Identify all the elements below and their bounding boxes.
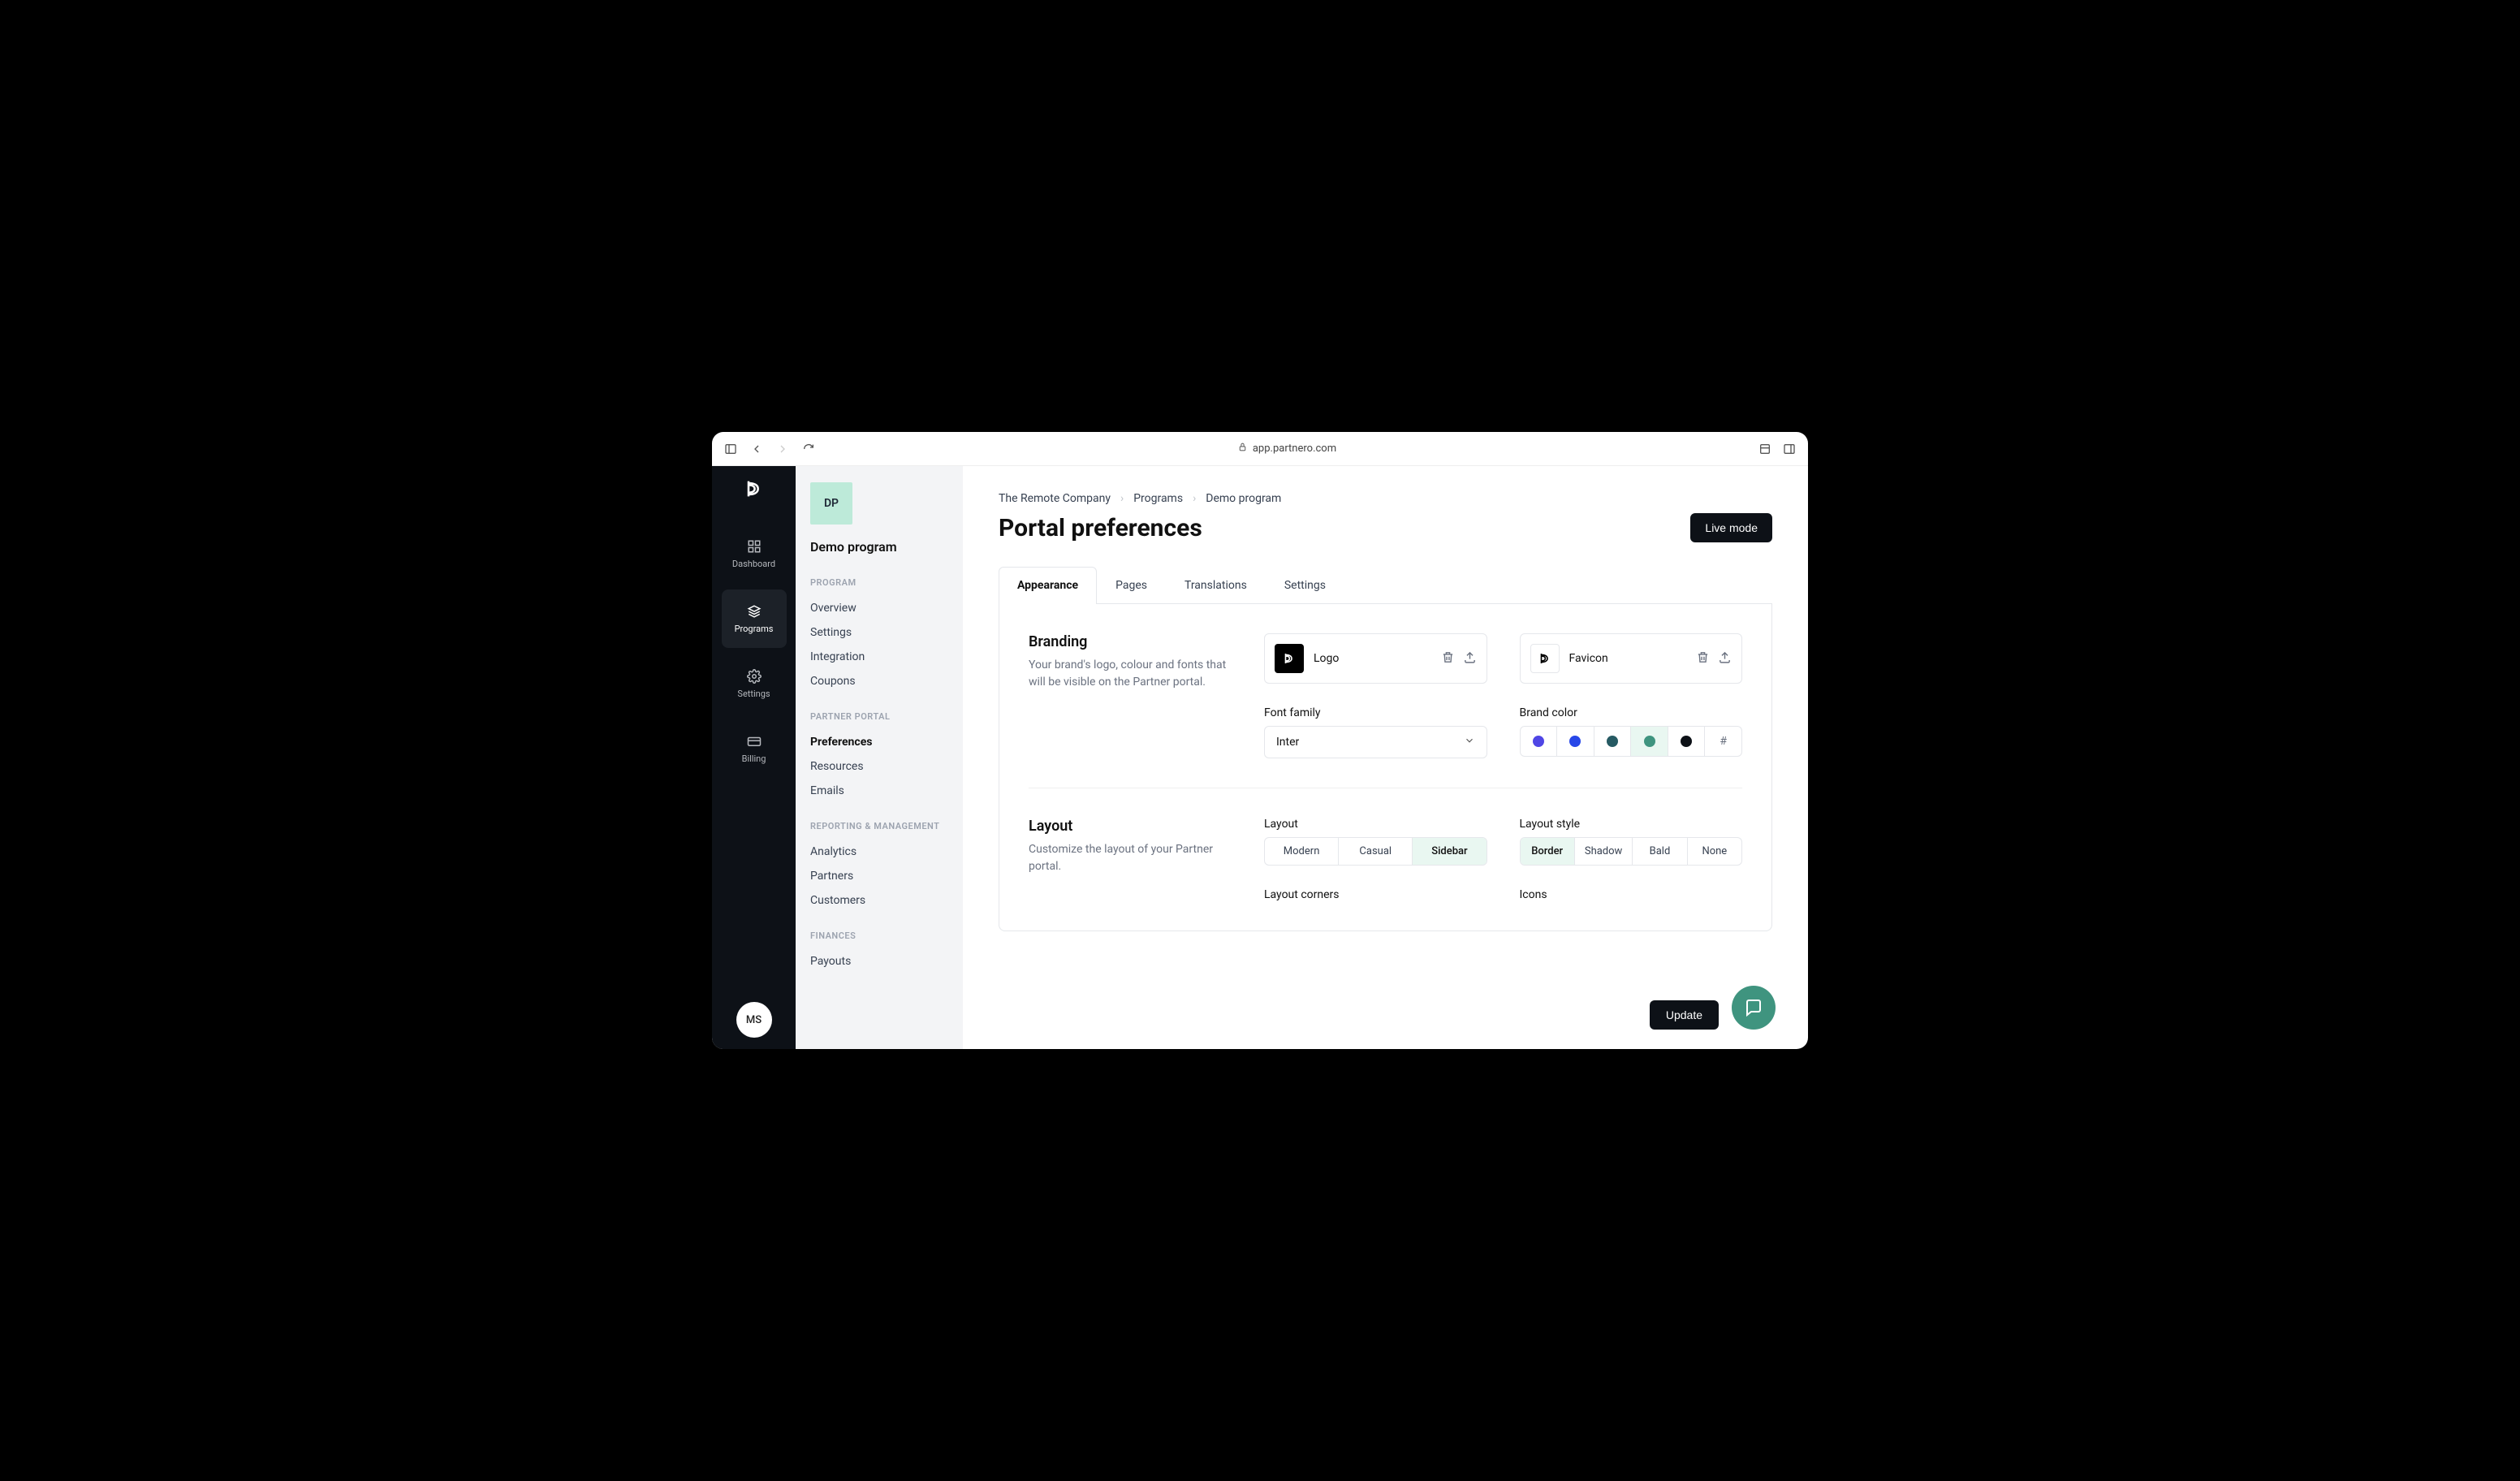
browser-window: app.partnero.com Dashboard Programs <box>712 432 1808 1049</box>
sidebar-section-label: FINANCES <box>810 930 948 941</box>
section-desc: Customize the layout of your Partner por… <box>1029 841 1232 875</box>
color-option[interactable] <box>1594 727 1632 756</box>
main-content: The Remote Company › Programs › Demo pro… <box>963 466 1808 1049</box>
seg-option-bald[interactable]: Bald <box>1633 838 1687 865</box>
user-avatar[interactable]: MS <box>736 1002 772 1038</box>
reload-icon[interactable] <box>801 442 816 456</box>
app-logo[interactable] <box>743 477 766 500</box>
layout-segmented: Modern Casual Sidebar <box>1264 837 1487 866</box>
browser-chrome: app.partnero.com <box>712 432 1808 466</box>
sidebar-item-resources[interactable]: Resources <box>810 754 948 779</box>
seg-option-shadow[interactable]: Shadow <box>1575 838 1633 865</box>
sidebar-item-customers[interactable]: Customers <box>810 888 948 913</box>
sidebar-item-analytics[interactable]: Analytics <box>810 840 948 864</box>
trash-icon[interactable] <box>1441 650 1455 667</box>
tab-translations[interactable]: Translations <box>1166 567 1266 603</box>
logo-preview <box>1275 644 1304 673</box>
sidebar-item-overview[interactable]: Overview <box>810 596 948 620</box>
tab-settings[interactable]: Settings <box>1266 567 1344 603</box>
layout-corners-label: Layout corners <box>1264 888 1487 901</box>
sidebar-toggle-icon[interactable] <box>723 442 738 456</box>
page-title: Portal preferences <box>999 514 1202 542</box>
live-mode-button[interactable]: Live mode <box>1690 513 1772 542</box>
custom-color-option[interactable]: # <box>1705 727 1741 756</box>
hash-icon: # <box>1720 735 1727 748</box>
font-family-select[interactable]: Inter <box>1264 726 1487 758</box>
color-option[interactable] <box>1521 727 1558 756</box>
sidebar-item-coupons[interactable]: Coupons <box>810 669 948 693</box>
trash-icon[interactable] <box>1696 650 1710 667</box>
brand-color-picker: # <box>1520 726 1743 757</box>
program-badge: DP <box>810 482 852 525</box>
sidebar: DP Demo program PROGRAM Overview Setting… <box>796 466 963 1049</box>
url-text: app.partnero.com <box>1253 443 1336 455</box>
chevron-right-icon: › <box>1193 492 1196 505</box>
forward-icon <box>775 442 790 456</box>
rail-item-programs[interactable]: Programs <box>722 589 787 648</box>
tabs-icon[interactable] <box>1782 442 1797 456</box>
sidebar-item-settings[interactable]: Settings <box>810 620 948 645</box>
breadcrumb-item[interactable]: Demo program <box>1206 492 1281 505</box>
section-title: Branding <box>1029 633 1232 650</box>
brand-color-label: Brand color <box>1520 706 1743 719</box>
upload-icon[interactable] <box>1718 650 1732 667</box>
rail-item-dashboard[interactable]: Dashboard <box>722 525 787 583</box>
share-icon[interactable] <box>1758 442 1772 456</box>
color-option[interactable] <box>1557 727 1594 756</box>
rail-item-billing[interactable]: Billing <box>722 719 787 778</box>
help-fab[interactable] <box>1732 986 1776 1030</box>
section-layout: Layout Customize the layout of your Part… <box>1029 818 1742 901</box>
favicon-upload: Favicon <box>1520 633 1743 684</box>
seg-option-casual[interactable]: Casual <box>1339 838 1413 865</box>
tab-appearance[interactable]: Appearance <box>999 567 1097 604</box>
layout-style-segmented: Border Shadow Bald None <box>1520 837 1743 866</box>
back-icon[interactable] <box>749 442 764 456</box>
sidebar-section-label: PARTNER PORTAL <box>810 711 948 722</box>
sidebar-item-preferences[interactable]: Preferences <box>810 730 948 754</box>
font-family-label: Font family <box>1264 706 1487 719</box>
sidebar-item-emails[interactable]: Emails <box>810 779 948 803</box>
upload-icon[interactable] <box>1463 650 1477 667</box>
seg-option-sidebar[interactable]: Sidebar <box>1413 838 1486 865</box>
seg-option-modern[interactable]: Modern <box>1265 838 1339 865</box>
sidebar-section-label: REPORTING & MANAGEMENT <box>810 821 948 831</box>
sidebar-item-partners[interactable]: Partners <box>810 864 948 888</box>
color-option[interactable] <box>1668 727 1706 756</box>
nav-rail: Dashboard Programs Settings Billing MS <box>712 466 796 1049</box>
logo-label: Logo <box>1314 652 1431 665</box>
tab-pages[interactable]: Pages <box>1097 567 1166 603</box>
program-name: Demo program <box>810 539 948 555</box>
chevron-right-icon: › <box>1120 492 1124 505</box>
rail-item-settings[interactable]: Settings <box>722 654 787 713</box>
section-title: Layout <box>1029 818 1232 835</box>
seg-option-border[interactable]: Border <box>1521 838 1575 865</box>
icons-label: Icons <box>1520 888 1743 901</box>
content-card: Branding Your brand's logo, colour and f… <box>999 604 1772 931</box>
chevron-down-icon <box>1464 735 1475 749</box>
breadcrumb: The Remote Company › Programs › Demo pro… <box>999 492 1772 505</box>
layout-style-label: Layout style <box>1520 818 1743 831</box>
seg-option-none[interactable]: None <box>1688 838 1741 865</box>
favicon-label: Favicon <box>1569 652 1687 665</box>
sidebar-section-label: PROGRAM <box>810 577 948 588</box>
color-option[interactable] <box>1631 727 1668 756</box>
lock-icon <box>1237 442 1248 456</box>
section-desc: Your brand's logo, colour and fonts that… <box>1029 657 1232 691</box>
sidebar-item-integration[interactable]: Integration <box>810 645 948 669</box>
update-button[interactable]: Update <box>1650 1000 1719 1030</box>
layout-label: Layout <box>1264 818 1487 831</box>
breadcrumb-item[interactable]: Programs <box>1133 492 1183 505</box>
logo-upload: Logo <box>1264 633 1487 684</box>
favicon-preview <box>1530 644 1560 673</box>
section-branding: Branding Your brand's logo, colour and f… <box>1029 633 1742 788</box>
tabs: Appearance Pages Translations Settings <box>999 567 1772 604</box>
sidebar-item-payouts[interactable]: Payouts <box>810 949 948 974</box>
breadcrumb-item[interactable]: The Remote Company <box>999 492 1111 505</box>
